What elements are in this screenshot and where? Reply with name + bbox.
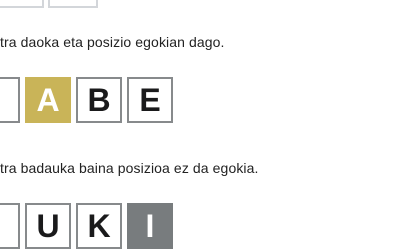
letter-tile: K bbox=[76, 203, 122, 249]
letter-tile-absent: I bbox=[127, 203, 173, 249]
letter-tile: E bbox=[127, 77, 173, 123]
letter-tile: B bbox=[76, 77, 122, 123]
example-row-2: U K I bbox=[0, 203, 173, 249]
previous-example-row-fragment bbox=[0, 0, 98, 8]
tile-fragment bbox=[0, 0, 44, 8]
letter-tile: U bbox=[25, 203, 71, 249]
example-caption-2: tra badauka baina posizioa ez da egokia. bbox=[0, 160, 259, 176]
letter-tile bbox=[0, 77, 20, 123]
letter-tile-present: A bbox=[25, 77, 71, 123]
tile-fragment bbox=[48, 0, 98, 8]
help-instructions-panel: tra daoka eta posizio egokian dago. A B … bbox=[0, 0, 400, 250]
example-row-1: A B E bbox=[0, 77, 173, 123]
letter-tile bbox=[0, 203, 20, 249]
example-caption-1: tra daoka eta posizio egokian dago. bbox=[0, 34, 225, 50]
